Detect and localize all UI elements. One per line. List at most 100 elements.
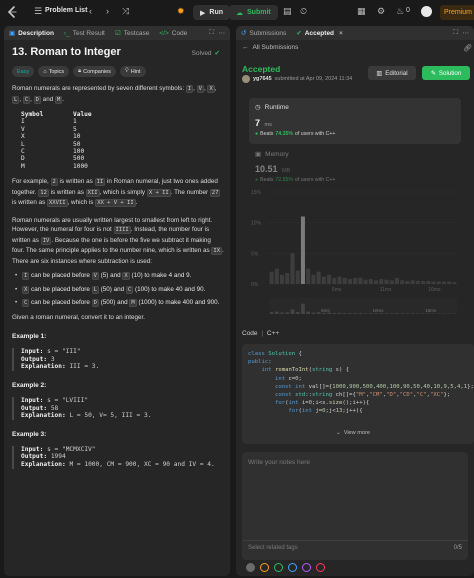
distribution-bar[interactable]: [441, 281, 446, 284]
distribution-bar[interactable]: [394, 277, 399, 284]
streak-fire-icon[interactable]: ♨: [396, 6, 404, 17]
value-cell: 5: [73, 125, 77, 133]
distribution-bar[interactable]: [290, 253, 295, 284]
memory-card[interactable]: ▣ Memory 10.51 MB ● Beats 72.55% of user…: [249, 146, 461, 342]
maximize-icon[interactable]: ⛶: [209, 29, 214, 37]
notes-input[interactable]: Write your notes here: [248, 459, 310, 466]
difficulty-chip[interactable]: Easy: [12, 66, 35, 77]
distribution-bar[interactable]: [353, 277, 358, 284]
companies-chip[interactable]: 🔒︎ Companies: [73, 66, 116, 77]
timer-icon[interactable]: ⏲: [300, 6, 307, 17]
tags-input[interactable]: Select related tags: [248, 545, 298, 551]
overview-bar: [275, 311, 279, 314]
symbol-code: V: [196, 85, 204, 93]
solved-status: Solved ✔: [191, 49, 220, 58]
distribution-bar[interactable]: [316, 271, 321, 284]
hint-chip[interactable]: 💡︎ Hint: [119, 66, 146, 77]
value-cell: 100: [73, 148, 85, 156]
editorial-button[interactable]: ▥ Editorial: [368, 66, 416, 80]
next-problem-icon[interactable]: ›: [106, 6, 109, 16]
distribution-bar[interactable]: [306, 268, 311, 284]
runtime-beats: ● Beats 74.35% of users with C++: [255, 131, 336, 137]
distribution-bar[interactable]: [311, 274, 316, 284]
distribution-bar[interactable]: [269, 271, 274, 284]
solution-button[interactable]: ✎ Solution: [422, 66, 470, 80]
distribution-bar[interactable]: [300, 216, 305, 284]
distribution-bar[interactable]: [368, 279, 373, 284]
prev-problem-icon[interactable]: ‹: [89, 6, 92, 16]
runtime-card[interactable]: ◷ Runtime 7 ms ● Beats 74.35% of users w…: [249, 98, 461, 144]
overview-bar: [410, 313, 415, 314]
distribution-bar[interactable]: [384, 279, 389, 284]
list-icon[interactable]: ☰: [34, 6, 42, 17]
distribution-bar[interactable]: [295, 270, 300, 284]
distribution-bar[interactable]: [358, 277, 363, 284]
table-row: C 100: [21, 148, 224, 155]
tab-submissions[interactable]: ↺ Submissions: [241, 29, 286, 38]
color-swatch[interactable]: [274, 563, 283, 572]
distribution-bar[interactable]: [332, 277, 337, 284]
color-swatch[interactable]: [288, 563, 297, 572]
submit-button[interactable]: ☁ Submit: [229, 5, 278, 20]
distribution-bar[interactable]: [337, 276, 342, 284]
runtime-distribution-chart: 15% 10% 5% 0% 6ms 11ms 16ms 5ms 10ms 16ms: [251, 190, 457, 314]
problem-content: 13. Roman to Integer Solved ✔ Easy ⌂ Topi…: [12, 46, 224, 469]
distribution-bar[interactable]: [342, 277, 347, 284]
view-more-button[interactable]: ⌄ View more: [336, 430, 370, 436]
overview-bar: [269, 312, 274, 314]
distribution-bar[interactable]: [274, 268, 279, 284]
link-icon[interactable]: 🔗︎: [463, 44, 472, 52]
close-icon[interactable]: ×: [339, 30, 343, 37]
distribution-bar[interactable]: [410, 280, 415, 284]
debug-icon[interactable]: ✹: [177, 6, 185, 17]
problem-list-link[interactable]: Problem List: [45, 7, 87, 14]
notes-icon[interactable]: ▤: [283, 6, 292, 17]
tab-code[interactable]: </> Code: [159, 30, 187, 37]
run-button[interactable]: ▶ Run: [193, 5, 230, 20]
layout-icon[interactable]: ▦: [357, 6, 366, 17]
distribution-bar[interactable]: [447, 281, 452, 284]
panel-menu-icon[interactable]: ⋯: [463, 29, 470, 37]
logo-icon[interactable]: [6, 6, 18, 18]
distribution-bar[interactable]: [347, 279, 352, 284]
settings-gear-icon[interactable]: ⚙: [377, 6, 385, 17]
premium-button[interactable]: Premium: [440, 5, 474, 20]
topics-chip[interactable]: ⌂ Topics: [38, 66, 70, 77]
color-swatch[interactable]: [246, 563, 255, 572]
notes-area[interactable]: Write your notes here Select related tag…: [242, 452, 468, 560]
panel-menu-icon[interactable]: ⋯: [219, 29, 226, 37]
distribution-bar[interactable]: [374, 280, 379, 284]
distribution-bar[interactable]: [363, 279, 368, 284]
maximize-icon[interactable]: ⛶: [453, 29, 458, 37]
tab-testcase[interactable]: ☑ Testcase: [115, 29, 149, 38]
tab-accepted[interactable]: ✔ Accepted ×: [296, 29, 343, 38]
submitted-code[interactable]: class Solution { public: int romanToInt(…: [242, 344, 474, 444]
shuffle-icon[interactable]: ⤨: [122, 6, 129, 17]
back-to-submissions[interactable]: ← All Submissions: [242, 44, 298, 51]
overview-bar: [379, 313, 384, 314]
distribution-bar[interactable]: [280, 274, 285, 284]
memory-beats: ● Beats 72.55% of users with C++: [255, 177, 336, 183]
distribution-bar[interactable]: [431, 281, 436, 284]
distribution-bar[interactable]: [389, 280, 394, 284]
overview-bar: [400, 313, 404, 314]
tab-description[interactable]: ▣ Description: [9, 29, 54, 38]
color-swatch[interactable]: [260, 563, 269, 572]
distribution-bar[interactable]: [321, 276, 326, 284]
distribution-bar[interactable]: [452, 282, 457, 284]
distribution-bar[interactable]: [436, 281, 441, 284]
example-line: Output: 1994: [21, 453, 66, 461]
distribution-bar[interactable]: [426, 280, 431, 284]
distribution-bar[interactable]: [405, 280, 410, 284]
distribution-bar[interactable]: [379, 279, 384, 284]
color-swatch[interactable]: [302, 563, 311, 572]
distribution-bar[interactable]: [327, 274, 332, 284]
distribution-bar[interactable]: [285, 272, 290, 284]
avatar[interactable]: [421, 6, 432, 17]
color-swatch[interactable]: [316, 563, 325, 572]
distribution-bar[interactable]: [400, 280, 405, 284]
distribution-bar[interactable]: [421, 280, 426, 284]
tab-test-result[interactable]: ›_ Test Result: [64, 30, 105, 37]
distribution-bar[interactable]: [415, 280, 420, 284]
table-row: V5: [21, 126, 224, 133]
